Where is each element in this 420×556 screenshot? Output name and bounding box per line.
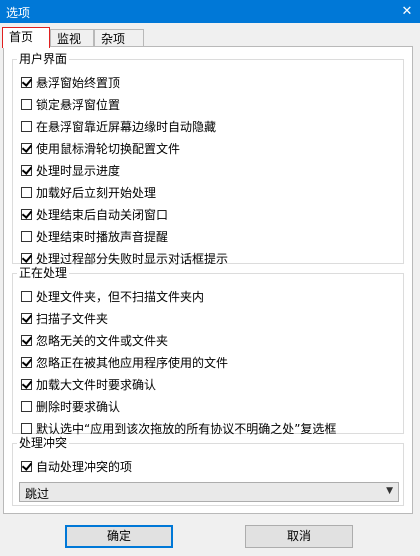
checkbox-lock-float-position[interactable]: 锁定悬浮窗位置 [21,95,120,113]
checkbox-default-apply-to-all[interactable]: 默认选中“应用到该次拖放的所有协议不明确之处”复选框 [21,419,336,437]
checkbox-box[interactable] [21,290,32,302]
checkbox-box[interactable] [21,98,32,110]
checkbox-label: 扫描子文件夹 [36,311,109,326]
checkbox-label: 删除时要求确认 [36,399,121,414]
checkbox-box[interactable] [21,356,32,368]
checkbox-float-always-on-top[interactable]: 悬浮窗始终置顶 [21,73,120,91]
checkbox-start-after-load[interactable]: 加载好后立刻开始处理 [21,183,156,201]
title-bar: 选项 ✕ [0,0,420,23]
checkbox-label: 忽略无关的文件或文件夹 [36,333,169,348]
group-legend-user-interface: 用户界面 [19,52,68,66]
checkbox-confirm-delete[interactable]: 删除时要求确认 [21,397,120,415]
checkbox-mouse-wheel-switch-profile[interactable]: 使用鼠标滑轮切换配置文件 [21,139,180,157]
group-legend-processing: 正在处理 [19,266,68,280]
select-value: 跳过 [25,487,50,501]
checkbox-show-progress[interactable]: 处理时显示进度 [21,161,120,179]
checkbox-box[interactable] [21,120,32,132]
tab-monitor[interactable]: 监视 [50,29,94,47]
tab-misc[interactable]: 杂项 [94,29,144,47]
tab-home[interactable]: 首页 [2,27,50,48]
checkbox-label: 在悬浮窗靠近屏幕边缘时自动隐藏 [36,119,217,134]
checkbox-label: 锁定悬浮窗位置 [36,97,121,112]
checkbox-box[interactable] [21,378,32,390]
group-processing: 正在处理 处理文件夹，但不扫描文件夹内 扫描子文件夹 忽略无关的文件或文件夹 忽… [12,266,404,437]
group-user-interface: 用户界面 悬浮窗始终置顶 锁定悬浮窗位置 在悬浮窗靠近屏幕边缘时自动隐藏 使用鼠… [12,52,404,267]
chevron-down-icon[interactable]: ▼ [386,486,393,496]
checkbox-ignore-files-in-use[interactable]: 忽略正在被其他应用程序使用的文件 [21,353,228,371]
checkbox-label: 悬浮窗始终置顶 [36,75,121,90]
checkbox-box[interactable] [21,400,32,412]
checkbox-process-folder-no-scan[interactable]: 处理文件夹，但不扫描文件夹内 [21,287,204,305]
checkbox-play-sound-on-finish[interactable]: 处理结束时播放声音提醒 [21,227,168,245]
window-title: 选项 [6,6,31,20]
close-icon[interactable]: ✕ [394,0,420,23]
checkbox-label: 忽略正在被其他应用程序使用的文件 [36,355,229,370]
checkbox-confirm-large-files[interactable]: 加载大文件时要求确认 [21,375,156,393]
checkbox-label: 默认选中“应用到该次拖放的所有协议不明确之处”复选框 [36,421,337,436]
checkbox-label: 处理过程部分失败时显示对话框提示 [36,251,229,266]
checkbox-box[interactable] [21,422,32,434]
checkbox-box[interactable] [21,252,32,264]
checkbox-label: 处理结束后自动关闭窗口 [36,207,169,222]
checkbox-auto-handle-conflicts[interactable]: 自动处理冲突的项 [21,457,132,475]
checkbox-box[interactable] [21,230,32,242]
checkbox-box[interactable] [21,186,32,198]
checkbox-label: 处理结束时播放声音提醒 [36,229,169,244]
checkbox-ignore-irrelevant[interactable]: 忽略无关的文件或文件夹 [21,331,168,349]
cancel-button[interactable]: 取消 [245,525,353,548]
checkbox-show-partial-failure-dialog[interactable]: 处理过程部分失败时显示对话框提示 [21,249,228,267]
checkbox-box[interactable] [21,76,32,88]
checkbox-box[interactable] [21,142,32,154]
checkbox-label: 使用鼠标滑轮切换配置文件 [36,141,181,156]
checkbox-label: 自动处理冲突的项 [36,459,133,474]
checkbox-label: 加载好后立刻开始处理 [36,185,157,200]
checkbox-auto-close-window[interactable]: 处理结束后自动关闭窗口 [21,205,168,223]
tab-panel-home: 用户界面 悬浮窗始终置顶 锁定悬浮窗位置 在悬浮窗靠近屏幕边缘时自动隐藏 使用鼠… [3,46,413,514]
checkbox-box[interactable] [21,334,32,346]
checkbox-box[interactable] [21,208,32,220]
checkbox-box[interactable] [21,164,32,176]
checkbox-box[interactable] [21,460,32,472]
checkbox-auto-hide-at-edge[interactable]: 在悬浮窗靠近屏幕边缘时自动隐藏 [21,117,216,135]
checkbox-label: 处理文件夹，但不扫描文件夹内 [36,289,205,304]
checkbox-label: 处理时显示进度 [36,163,121,178]
ok-button[interactable]: 确定 [65,525,173,548]
checkbox-label: 加载大文件时要求确认 [36,377,157,392]
checkbox-scan-subfolders[interactable]: 扫描子文件夹 [21,309,108,327]
group-conflict: 处理冲突 自动处理冲突的项 跳过 ▼ [12,436,404,506]
checkbox-box[interactable] [21,312,32,324]
conflict-action-select[interactable]: 跳过 ▼ [19,482,399,502]
group-legend-conflict: 处理冲突 [19,436,68,450]
